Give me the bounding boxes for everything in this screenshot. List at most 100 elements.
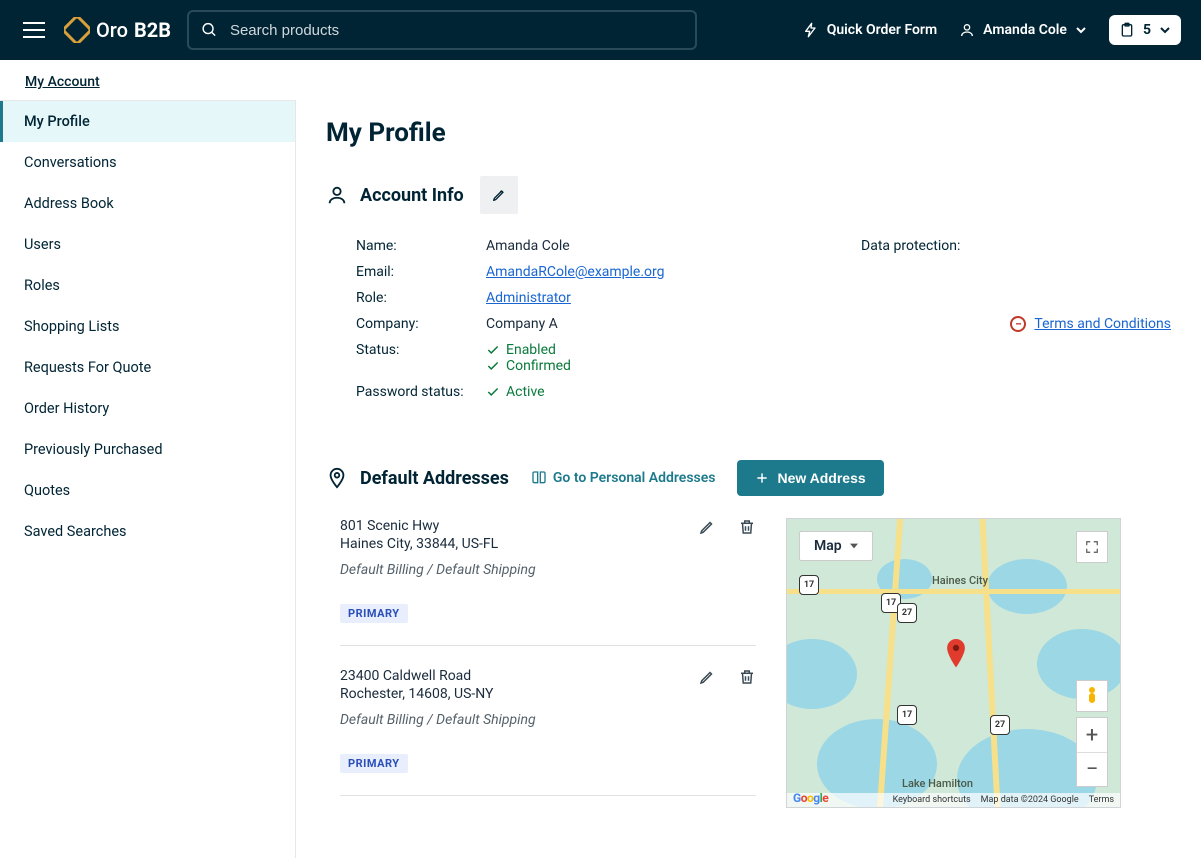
address-line1: 23400 Caldwell Road bbox=[340, 668, 756, 684]
hamburger-menu-button[interactable] bbox=[20, 16, 48, 44]
check-icon bbox=[486, 359, 500, 373]
sidebar-item-order-history[interactable]: Order History bbox=[0, 388, 295, 429]
primary-badge: PRIMARY bbox=[340, 604, 408, 623]
cart-count: 5 bbox=[1143, 22, 1151, 38]
google-logo-icon: Google bbox=[793, 791, 828, 805]
address-item: 23400 Caldwell Road Rochester, 14608, US… bbox=[340, 668, 756, 796]
address-map[interactable]: 17 17 17 27 27 Haines City Lake Hamilton… bbox=[786, 518, 1121, 808]
primary-badge: PRIMARY bbox=[340, 754, 408, 773]
app-header: OroB2B Quick Order Form Amanda Cole bbox=[0, 0, 1201, 60]
data-protection-row: Data protection: − Terms and Conditions bbox=[861, 238, 1171, 410]
map-fullscreen-button[interactable] bbox=[1076, 531, 1108, 563]
logo-text-prefix: Oro bbox=[96, 18, 128, 42]
user-icon bbox=[326, 184, 348, 206]
user-name: Amanda Cole bbox=[983, 22, 1067, 38]
edit-address-button[interactable] bbox=[698, 668, 716, 686]
map-city-label: Haines City bbox=[932, 574, 988, 587]
account-info-header: Account Info bbox=[326, 176, 1171, 214]
address-line2: Rochester, 14608, US-NY bbox=[340, 686, 756, 702]
breadcrumb-root[interactable]: My Account bbox=[25, 74, 100, 90]
map-type-toggle[interactable]: Map bbox=[799, 531, 873, 561]
breadcrumb: My Account bbox=[0, 60, 1201, 90]
personal-addresses-link[interactable]: Go to Personal Addresses bbox=[531, 470, 716, 486]
deny-icon: − bbox=[1010, 316, 1026, 332]
sidebar-item-conversations[interactable]: Conversations bbox=[0, 142, 295, 183]
status-confirmed: Confirmed bbox=[486, 358, 571, 374]
map-attribution: Google Keyboard shortcuts Map data ©2024… bbox=[787, 793, 1120, 807]
map-marker-icon bbox=[945, 639, 965, 669]
new-address-button[interactable]: New Address bbox=[737, 460, 883, 496]
chevron-down-icon bbox=[1159, 24, 1171, 36]
sidebar-item-quotes[interactable]: Quotes bbox=[0, 470, 295, 511]
search-bar[interactable] bbox=[187, 10, 697, 50]
cart-button[interactable]: 5 bbox=[1109, 15, 1181, 45]
sidebar-item-rfq[interactable]: Requests For Quote bbox=[0, 347, 295, 388]
hwy-shield-17: 17 bbox=[897, 705, 917, 725]
quick-order-label: Quick Order Form bbox=[827, 22, 937, 38]
sidebar-nav: My Profile Conversations Address Book Us… bbox=[0, 100, 296, 858]
sidebar-item-users[interactable]: Users bbox=[0, 224, 295, 265]
map-terms-link[interactable]: Terms bbox=[1089, 795, 1114, 805]
map-streetview-button[interactable] bbox=[1076, 680, 1108, 712]
pencil-icon bbox=[698, 668, 716, 686]
delete-address-button[interactable] bbox=[738, 668, 756, 686]
check-icon bbox=[486, 343, 500, 357]
sidebar-item-saved-searches[interactable]: Saved Searches bbox=[0, 511, 295, 552]
pencil-icon bbox=[698, 518, 716, 536]
plus-icon bbox=[755, 471, 769, 485]
map-zoom-out[interactable]: − bbox=[1077, 752, 1107, 786]
value-name: Amanda Cole bbox=[486, 238, 570, 254]
label-name: Name: bbox=[356, 238, 486, 254]
pegman-icon bbox=[1085, 686, 1099, 706]
sidebar-item-prev-purchased[interactable]: Previously Purchased bbox=[0, 429, 295, 470]
hamburger-icon bbox=[23, 22, 45, 38]
edit-address-button[interactable] bbox=[698, 518, 716, 536]
map-zoom-in[interactable]: + bbox=[1077, 718, 1107, 752]
map-lake-label: Lake Hamilton bbox=[902, 777, 973, 790]
caret-down-icon bbox=[850, 543, 858, 549]
book-icon bbox=[531, 470, 547, 486]
search-icon bbox=[201, 21, 218, 39]
label-password: Password status: bbox=[356, 384, 486, 400]
fullscreen-icon bbox=[1085, 540, 1099, 554]
value-role[interactable]: Administrator bbox=[486, 290, 571, 306]
map-shortcuts-link[interactable]: Keyboard shortcuts bbox=[893, 795, 971, 805]
edit-account-button[interactable] bbox=[480, 176, 518, 214]
account-fields: Name:Amanda Cole Email:AmandaRCole@examp… bbox=[356, 238, 665, 410]
check-icon bbox=[486, 385, 500, 399]
addresses-section-title: Default Addresses bbox=[360, 468, 509, 489]
delete-address-button[interactable] bbox=[738, 518, 756, 536]
hwy-shield-27: 27 bbox=[990, 715, 1010, 735]
sidebar-item-my-profile[interactable]: My Profile bbox=[0, 101, 295, 142]
logo-text-suffix: B2B bbox=[134, 18, 171, 42]
address-list: 801 Scenic Hwy Haines City, 33844, US-FL… bbox=[326, 518, 756, 818]
quick-order-link[interactable]: Quick Order Form bbox=[803, 22, 937, 38]
address-item: 801 Scenic Hwy Haines City, 33844, US-FL… bbox=[340, 518, 756, 646]
pencil-icon bbox=[491, 187, 507, 203]
terms-link[interactable]: Terms and Conditions bbox=[1034, 316, 1171, 332]
brand-logo[interactable]: OroB2B bbox=[64, 17, 171, 43]
lightning-icon bbox=[803, 22, 819, 38]
sidebar-item-address-book[interactable]: Address Book bbox=[0, 183, 295, 224]
map-zoom-control: + − bbox=[1076, 717, 1108, 787]
label-data-protection: Data protection: bbox=[861, 238, 960, 410]
value-email[interactable]: AmandaRCole@example.org bbox=[486, 264, 665, 280]
account-section-title: Account Info bbox=[360, 185, 464, 206]
search-input[interactable] bbox=[228, 21, 683, 40]
clipboard-icon bbox=[1119, 21, 1135, 39]
status-password: Active bbox=[486, 384, 545, 400]
label-email: Email: bbox=[356, 264, 486, 280]
chevron-down-icon bbox=[1075, 24, 1087, 36]
hwy-shield-17: 17 bbox=[799, 575, 819, 595]
user-menu[interactable]: Amanda Cole bbox=[959, 22, 1087, 38]
address-line2: Haines City, 33844, US-FL bbox=[340, 536, 756, 552]
trash-icon bbox=[738, 518, 756, 536]
addresses-header: Default Addresses Go to Personal Address… bbox=[326, 460, 1171, 496]
main-content: My Profile Account Info Name:Amanda Cole bbox=[296, 100, 1201, 858]
label-status: Status: bbox=[356, 342, 486, 374]
label-role: Role: bbox=[356, 290, 486, 306]
address-meta: Default Billing / Default Shipping bbox=[340, 712, 756, 728]
sidebar-item-roles[interactable]: Roles bbox=[0, 265, 295, 306]
value-company: Company A bbox=[486, 316, 558, 332]
sidebar-item-shopping-lists[interactable]: Shopping Lists bbox=[0, 306, 295, 347]
